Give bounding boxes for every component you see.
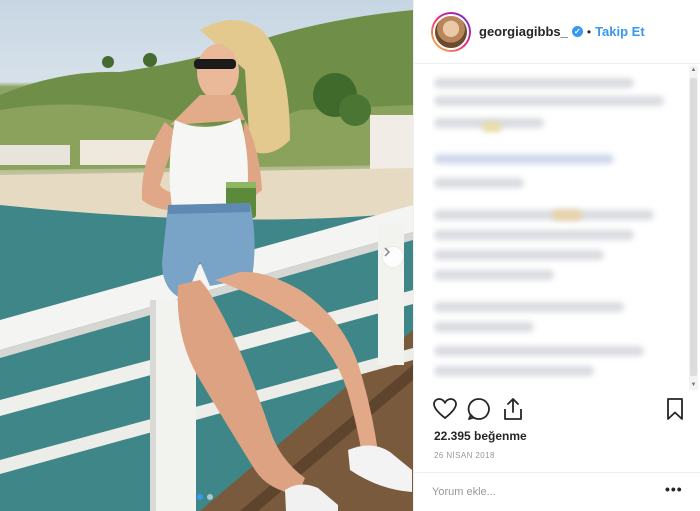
bookmark-icon[interactable] (662, 396, 688, 422)
comment-input[interactable] (432, 482, 652, 502)
blurred-emoji (482, 122, 502, 132)
blurred-text-line (434, 366, 594, 376)
next-photo-button[interactable] (382, 246, 404, 268)
post-photo[interactable] (0, 0, 413, 511)
scrollbar-thumb[interactable] (690, 78, 697, 376)
post-side-panel: georgiagibbs_ ✓ • Takip Et ▲ ▼ 22.395 be… (413, 0, 700, 511)
carousel-dot (207, 494, 213, 500)
blurred-text-line (434, 302, 624, 312)
more-options-button[interactable]: ••• (665, 481, 683, 497)
header-separator: • (586, 24, 592, 39)
photo-illustration (0, 10, 413, 511)
likes-count[interactable]: 22.395 beğenme (434, 429, 527, 443)
share-icon[interactable] (500, 396, 526, 422)
follow-button[interactable]: Takip Et (595, 24, 645, 39)
blurred-emoji (552, 210, 582, 220)
post-actions (432, 396, 684, 424)
post-date[interactable]: 26 NİSAN 2018 (434, 451, 495, 460)
blurred-text-line (434, 178, 524, 188)
avatar-image (433, 13, 469, 50)
chevron-right-icon (384, 247, 391, 257)
scroll-down-arrow-icon[interactable]: ▼ (689, 381, 698, 390)
comments-scrollbar[interactable]: ▲ ▼ (689, 66, 698, 390)
blurred-text-line (434, 346, 644, 356)
blurred-text-line (434, 230, 634, 240)
blurred-text-line (434, 154, 614, 164)
verified-badge-icon: ✓ (571, 26, 583, 37)
comments-section-blurred (432, 70, 678, 390)
post-header: georgiagibbs_ ✓ • Takip Et (414, 0, 700, 64)
add-comment-bar: ••• (414, 472, 700, 511)
scroll-up-arrow-icon[interactable]: ▲ (689, 66, 698, 75)
blurred-text-line (434, 250, 604, 260)
avatar[interactable] (431, 11, 471, 52)
carousel-dot-active (197, 494, 203, 500)
blurred-text-line (434, 270, 554, 280)
comment-icon[interactable] (466, 396, 492, 422)
blurred-text-line (434, 78, 634, 88)
username-link[interactable]: georgiagibbs_ (479, 24, 568, 39)
blurred-text-line (434, 322, 534, 332)
blurred-text-line (434, 210, 654, 220)
blurred-text-line (434, 96, 664, 106)
carousel-indicator (197, 494, 213, 500)
heart-icon[interactable] (432, 396, 458, 422)
